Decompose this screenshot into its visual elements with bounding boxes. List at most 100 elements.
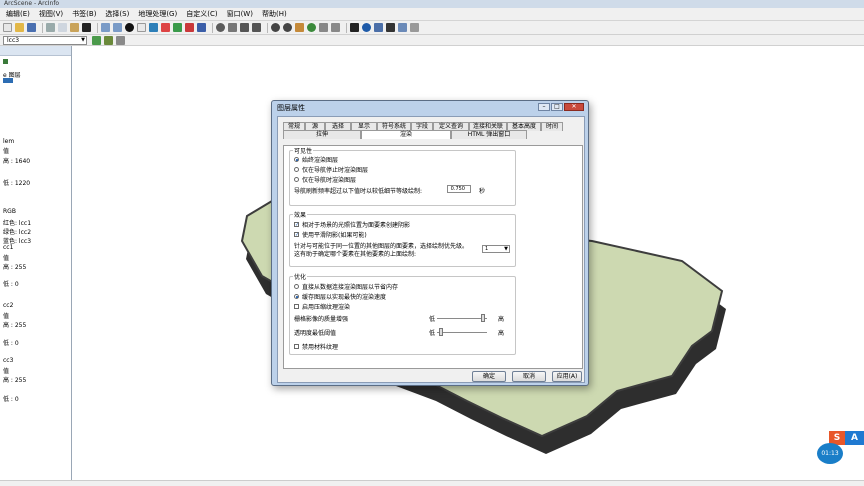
option-render-on-stop[interactable]: 仅在导航停止时渲染图层 (294, 165, 368, 174)
toc-line: 值 (3, 148, 10, 155)
find-icon[interactable] (386, 23, 395, 32)
animation-icon[interactable] (398, 23, 407, 32)
optimize-group-title: 优化 (293, 272, 308, 281)
tab-row1-item[interactable]: 时间 (541, 122, 563, 131)
toc-line: 低 : 1220 (3, 180, 31, 187)
menu-geoprocessing[interactable]: 地理处理(G) (138, 9, 177, 19)
transparency-high: 高 (498, 330, 505, 337)
layer-dropdown[interactable]: lcc3 ▼ (3, 35, 87, 45)
tab-row2-item[interactable]: HTML 弹出窗口 (451, 130, 527, 139)
raster-quality-slider[interactable] (480, 314, 485, 322)
transparency-track (437, 332, 487, 333)
toc-line: 红色: lcc1 (3, 220, 32, 227)
swipe-icon[interactable] (410, 23, 419, 32)
expand-fov-icon[interactable] (331, 23, 340, 32)
transparency-low: 低 (429, 330, 436, 337)
menu-help[interactable]: 帮助(H) (262, 9, 287, 19)
save-icon[interactable] (27, 23, 36, 32)
priority-desc-2: 这有助于确定哪个要素在其他要素的上面绘制: (294, 251, 417, 258)
option-always-render[interactable]: 始终渲染图层 (294, 155, 338, 164)
full-extent-icon[interactable] (307, 23, 316, 32)
navigate-icon[interactable] (216, 23, 225, 32)
zoom-in-icon[interactable] (271, 23, 280, 32)
toc-line: RGB (3, 208, 16, 215)
redo-icon[interactable] (113, 23, 122, 32)
maximize-button[interactable]: □ (551, 103, 563, 111)
undo-icon[interactable] (101, 23, 110, 32)
dialog-body: 常规源选择 显示 符号系统 字段 定义查询 连接和关联 基本高度 时间 拉伸 渲染 HTML 弹出… (277, 116, 585, 383)
radio-icon (294, 167, 299, 172)
interpolate-icon[interactable] (104, 35, 113, 45)
edit-icon[interactable] (92, 35, 101, 45)
refresh-rate-input[interactable]: 0.750 (447, 185, 471, 193)
priority-select[interactable]: 1 ▼ (482, 245, 510, 253)
menu-selection[interactable]: 选择(S) (105, 9, 129, 19)
smooth-shading-checkbox[interactable]: ✓ 使用平滑阴影(如果可能) (294, 230, 367, 239)
close-button[interactable]: ✕ (564, 103, 584, 111)
zoom-target-icon[interactable] (252, 23, 261, 32)
separator (97, 22, 98, 33)
tab-row2-item[interactable]: 拉伸 (283, 130, 361, 139)
disable-material-checkbox[interactable]: 禁用材料纹理 (294, 342, 338, 351)
minimize-button[interactable]: – (538, 103, 550, 111)
center-icon[interactable] (240, 23, 249, 32)
option-cache-layer[interactable]: 缓存图层以实现最快的渲染速度 (294, 292, 386, 301)
recording-timer: 01:13 (817, 443, 843, 464)
identify-icon[interactable] (362, 23, 371, 32)
checkbox-icon (294, 344, 299, 349)
separator (212, 22, 213, 33)
option-render-when-navigating[interactable]: 仅在导航时渲染图层 (294, 175, 356, 184)
chevron-down-icon: ▼ (504, 246, 508, 252)
ok-button[interactable]: 确定 (472, 371, 506, 382)
fly-icon[interactable] (228, 23, 237, 32)
dialog-title-bar: 图层属性 – □ ✕ (272, 101, 588, 115)
menu-bar: 编辑(E) 视图(V) 书签(B) 选择(S) 地理处理(G) 自定义(C) 窗… (0, 8, 864, 21)
menu-edit[interactable]: 编辑(E) (6, 9, 30, 19)
profile-icon[interactable] (116, 35, 125, 45)
refresh-unit: 秒 (479, 188, 486, 195)
pan-icon[interactable] (295, 23, 304, 32)
refresh-label: 导航刷新频率超过以下值时以较低细节等级绘制: (294, 188, 423, 195)
toc-selected-layer[interactable] (3, 77, 15, 84)
tabs-row-2: 拉伸 渲染 HTML 弹出窗口 (283, 130, 527, 139)
measure-icon[interactable] (374, 23, 383, 32)
catalog-icon[interactable] (173, 23, 182, 32)
toc-line: 高 : 255 (3, 377, 27, 384)
layer-icon[interactable] (137, 23, 146, 32)
menu-windows[interactable]: 窗口(W) (227, 9, 253, 19)
copy-icon[interactable] (58, 23, 67, 32)
transparency-label: 透明度最低阈值 (294, 330, 337, 337)
zoom-out-icon[interactable] (283, 23, 292, 32)
dialog-title: 图层属性 (277, 104, 305, 112)
toolbox-icon[interactable] (185, 23, 194, 32)
option-render-direct[interactable]: 直接从数据连接渲染图层以节省内存 (294, 282, 398, 291)
transparency-slider[interactable] (439, 328, 444, 336)
tab-row2-item[interactable]: 渲染 (361, 130, 451, 139)
toc-layer-icon (3, 58, 10, 65)
cut-icon[interactable] (46, 23, 55, 32)
toc-line: 低 : 0 (3, 396, 19, 403)
apply-button[interactable]: 应用(A) (552, 371, 582, 382)
narrow-fov-icon[interactable] (319, 23, 328, 32)
menu-view[interactable]: 视图(V) (39, 9, 63, 19)
shade-areal-features-checkbox[interactable]: ✓ 相对于场景的光照位置为面要素创建阴影 (294, 220, 410, 229)
radio-icon (294, 177, 299, 182)
table-icon[interactable] (161, 23, 170, 32)
open-icon[interactable] (15, 23, 24, 32)
add-data-icon[interactable] (125, 23, 134, 32)
checkmark-icon: ✓ (294, 222, 300, 228)
cancel-button[interactable]: 取消 (512, 371, 546, 382)
menu-bookmarks[interactable]: 书签(B) (72, 9, 96, 19)
toc-line: 高 : 255 (3, 322, 27, 329)
menu-customize[interactable]: 自定义(C) (186, 9, 217, 19)
separator (346, 22, 347, 33)
new-doc-icon[interactable] (3, 23, 12, 32)
delete-icon[interactable] (82, 23, 91, 32)
toc-line: 值 (3, 313, 10, 320)
scene-icon[interactable] (149, 23, 158, 32)
compress-textures-checkbox[interactable]: 启用压缩纹理渲染 (294, 302, 350, 311)
select-icon[interactable] (350, 23, 359, 32)
toc-line: cc1 (3, 244, 14, 251)
python-icon[interactable] (197, 23, 206, 32)
paste-icon[interactable] (70, 23, 79, 32)
